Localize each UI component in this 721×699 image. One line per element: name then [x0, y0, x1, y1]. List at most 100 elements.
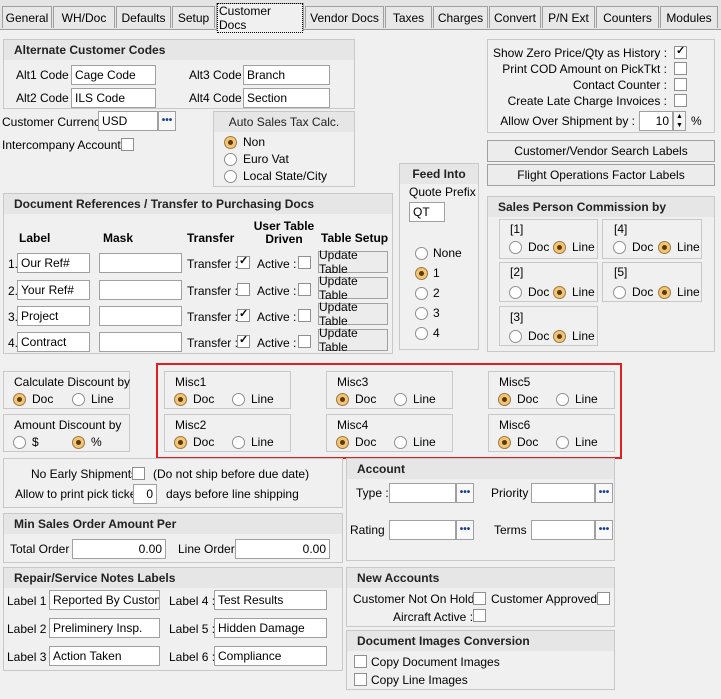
flight-labels-button[interactable]: Flight Operations Factor Labels	[487, 164, 715, 186]
ref-label-field[interactable]: Our Ref#	[17, 253, 90, 273]
account-rating-field[interactable]	[389, 520, 456, 540]
show-zero-checkbox[interactable]	[674, 44, 687, 59]
ref-transfer-checkbox[interactable]	[237, 333, 250, 348]
commission-line-radio[interactable]	[658, 286, 671, 299]
approved-label: Customer Approved :	[491, 592, 604, 606]
account-rating-lookup-button[interactable]: •••	[456, 520, 474, 540]
print-cod-checkbox[interactable]	[674, 62, 687, 75]
ref-transfer-checkbox[interactable]	[237, 307, 250, 322]
commission-line-radio[interactable]	[553, 330, 566, 343]
over-ship-field[interactable]: 10	[639, 111, 673, 131]
calc-discount-doc-radio[interactable]	[13, 393, 26, 406]
ref-label-field[interactable]: Contract	[17, 332, 90, 352]
ref-label-field[interactable]: Project	[17, 306, 90, 326]
commission-doc-radio[interactable]	[613, 241, 626, 254]
approved-checkbox[interactable]	[597, 592, 610, 605]
tab-counters[interactable]: Counters	[596, 6, 659, 28]
tab-convert[interactable]: Convert	[489, 6, 541, 28]
alt4-field[interactable]: Section	[243, 88, 330, 108]
tax-eurovat-radio[interactable]	[224, 153, 237, 166]
account-priority-lookup-button[interactable]: •••	[595, 483, 613, 503]
commission-doc-radio[interactable]	[509, 286, 522, 299]
tab-setup[interactable]: Setup	[172, 6, 215, 28]
repair-field-3[interactable]: Action Taken	[49, 646, 160, 666]
total-order-field[interactable]: 0.00	[72, 539, 166, 559]
repair-field-2[interactable]: Preliminery Insp.	[49, 618, 160, 638]
tab-vendor-docs[interactable]: Vendor Docs	[305, 6, 384, 28]
days-note: days before line shipping	[166, 487, 299, 501]
commission-line-radio[interactable]	[553, 241, 566, 254]
update-table-button[interactable]: Update Table	[318, 326, 388, 354]
tab-wh-doc[interactable]: WH/Doc	[53, 6, 115, 28]
account-type-field[interactable]	[389, 483, 456, 503]
tab-charges[interactable]: Charges	[433, 6, 488, 28]
copy-doc-images-checkbox[interactable]	[354, 655, 367, 668]
contact-counter-checkbox[interactable]	[674, 78, 687, 91]
ref-transfer-checkbox[interactable]	[237, 254, 250, 269]
ref-active-label: Active :	[257, 284, 297, 298]
col-user-table-header: User Table Driven	[253, 219, 315, 246]
currency-field[interactable]: USD	[98, 111, 158, 131]
copy-line-images-checkbox[interactable]	[354, 673, 367, 686]
feed-4-radio[interactable]	[415, 327, 428, 340]
commission-doc-radio[interactable]	[509, 330, 522, 343]
repair-label-2: Label 2 :	[7, 622, 54, 636]
calc-discount-title: Calculate Discount by	[14, 375, 131, 389]
commission-line-radio[interactable]	[658, 241, 671, 254]
quote-prefix-field[interactable]: QT	[409, 202, 445, 222]
amount-percent-radio[interactable]	[72, 436, 85, 449]
ref-mask-field[interactable]	[99, 332, 182, 352]
ref-label-field[interactable]: Your Ref#	[17, 280, 90, 300]
search-labels-button[interactable]: Customer/Vendor Search Labels	[487, 140, 715, 162]
alt3-field[interactable]: Branch	[243, 65, 330, 85]
update-table-button[interactable]: Update Table	[318, 300, 388, 328]
commission-doc-radio[interactable]	[613, 286, 626, 299]
account-type-lookup-button[interactable]: •••	[456, 483, 474, 503]
ref-active-checkbox[interactable]	[298, 335, 311, 348]
ref-active-checkbox[interactable]	[298, 309, 311, 322]
alt1-field[interactable]: Cage Code	[71, 65, 156, 85]
days-field[interactable]: 0	[133, 484, 157, 504]
tax-local-radio[interactable]	[224, 170, 237, 183]
update-table-button[interactable]: Update Table	[318, 274, 388, 302]
tax-non-radio[interactable]	[224, 136, 237, 149]
amount-dollar-radio[interactable]	[13, 436, 26, 449]
late-charge-checkbox[interactable]	[674, 94, 687, 107]
line-order-field[interactable]: 0.00	[235, 539, 330, 559]
feed-3-radio[interactable]	[415, 307, 428, 320]
calc-discount-line-radio[interactable]	[72, 393, 85, 406]
intercompany-checkbox[interactable]	[121, 138, 134, 151]
amount-dollar-label: $	[32, 435, 39, 449]
account-terms-field[interactable]	[531, 520, 595, 540]
ref-active-checkbox[interactable]	[298, 283, 311, 296]
account-terms-lookup-button[interactable]: •••	[595, 520, 613, 540]
repair-field-5[interactable]: Hidden Damage	[214, 618, 327, 638]
ref-mask-field[interactable]	[99, 280, 182, 300]
repair-field-4[interactable]: Test Results	[214, 590, 327, 610]
ref-mask-field[interactable]	[99, 253, 182, 273]
tab-taxes[interactable]: Taxes	[385, 6, 432, 28]
feed-2-radio[interactable]	[415, 287, 428, 300]
feed-1-radio[interactable]	[415, 267, 428, 280]
ref-mask-field[interactable]	[99, 306, 182, 326]
repair-field-1[interactable]: Reported By Customer	[49, 590, 160, 610]
repair-field-6[interactable]: Compliance	[214, 646, 327, 666]
not-on-hold-checkbox[interactable]	[473, 592, 486, 605]
aircraft-active-checkbox[interactable]	[473, 609, 486, 622]
tab-defaults[interactable]: Defaults	[116, 6, 171, 28]
tab-pn-ext[interactable]: P/N Ext	[542, 6, 595, 28]
ref-active-checkbox[interactable]	[298, 256, 311, 269]
update-table-button[interactable]: Update Table	[318, 248, 388, 276]
no-early-checkbox[interactable]	[132, 467, 145, 480]
commission-line-radio[interactable]	[553, 286, 566, 299]
account-priority-field[interactable]	[531, 483, 595, 503]
tab-modules[interactable]: Modules	[660, 6, 718, 28]
commission-doc-radio[interactable]	[509, 241, 522, 254]
tab-customer-docs[interactable]: Customer Docs	[216, 2, 304, 33]
feed-none-radio[interactable]	[415, 247, 428, 260]
over-ship-spinner[interactable]: ▲ ▼	[673, 111, 686, 131]
alt2-field[interactable]: ILS Code	[71, 88, 156, 108]
tab-general[interactable]: General	[2, 6, 52, 28]
ref-transfer-checkbox[interactable]	[237, 283, 250, 296]
currency-lookup-button[interactable]: •••	[158, 111, 176, 131]
